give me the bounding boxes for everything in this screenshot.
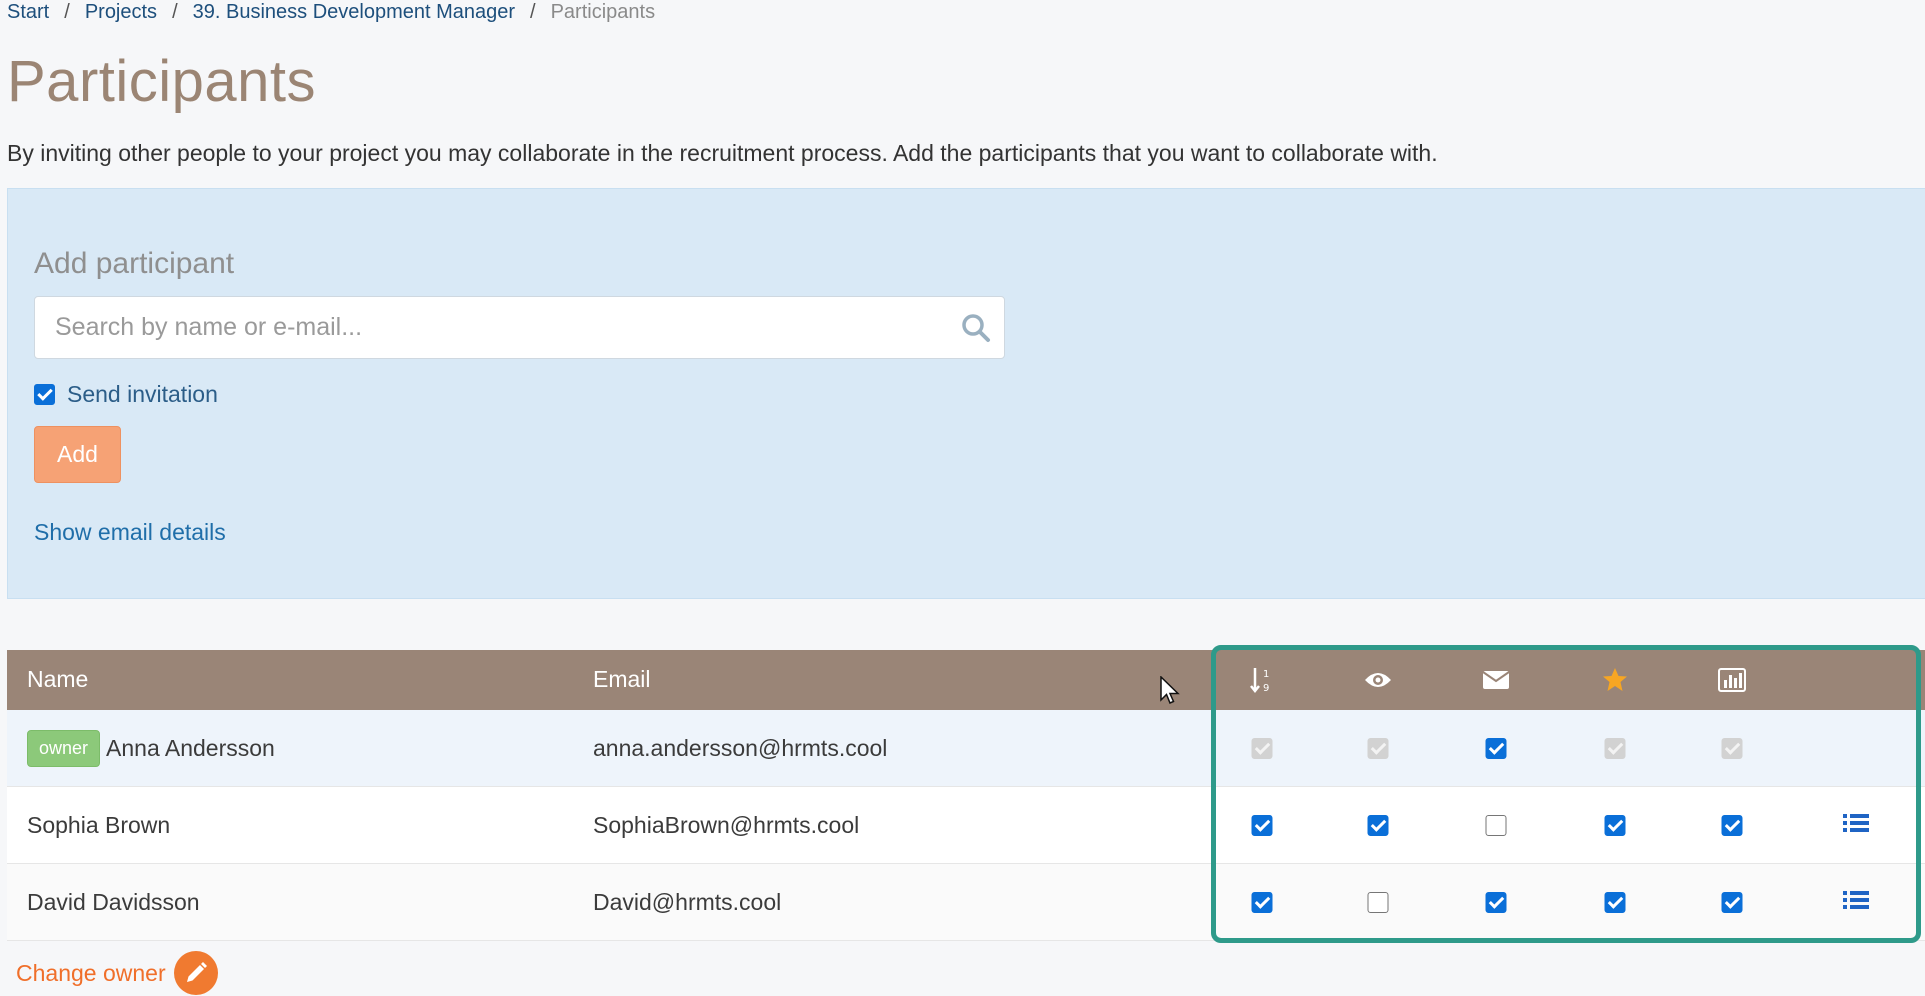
send-invitation-checkbox[interactable] — [34, 384, 55, 405]
participant-name: Sophia Brown — [27, 812, 171, 838]
table-header: Name Email 1 9 — [7, 650, 1925, 710]
permission-star-checkbox[interactable] — [1604, 815, 1626, 836]
permission-stats-checkbox[interactable] — [1721, 892, 1743, 913]
star-icon — [1600, 665, 1630, 695]
permission-stats-checkbox — [1721, 738, 1743, 759]
permission-stats-checkbox[interactable] — [1721, 815, 1743, 836]
permission-email-checkbox[interactable] — [1485, 892, 1507, 913]
breadcrumb: Start / Projects / 39. Business Developm… — [7, 1, 655, 24]
participant-name-cell: Sophia Brown — [27, 787, 170, 864]
send-invitation-row: Send invitation — [34, 381, 218, 408]
breadcrumb-start[interactable]: Start — [7, 1, 49, 24]
page-intro: By inviting other people to your project… — [7, 140, 1438, 166]
permission-view-checkbox[interactable] — [1367, 892, 1389, 913]
bar-chart-icon — [1717, 665, 1747, 695]
participant-email: SophiaBrown@hrmts.cool — [593, 812, 860, 838]
table-row: David Davidsson David@hrmts.cool — [7, 864, 1925, 941]
permission-sort-checkbox — [1251, 738, 1273, 759]
add-participant-button[interactable]: Add — [34, 426, 121, 483]
change-owner-label: Change owner — [16, 959, 166, 986]
add-participant-title: Add participant — [34, 247, 235, 280]
sort-numeric-icon: 1 9 — [1247, 665, 1277, 695]
breadcrumb-current: Participants — [550, 1, 656, 23]
page-title: Participants — [7, 49, 317, 114]
table-row: owner Anna Andersson anna.andersson@hrmt… — [7, 710, 1925, 787]
header-email: Email — [593, 666, 651, 692]
participant-search-box — [34, 296, 1005, 359]
participant-name-cell: David Davidsson — [27, 864, 200, 941]
breadcrumb-project[interactable]: 39. Business Development Manager — [193, 1, 515, 24]
change-owner-link[interactable]: Change owner — [16, 951, 218, 995]
permission-email-checkbox[interactable] — [1485, 738, 1507, 759]
permission-sort-checkbox[interactable] — [1251, 892, 1273, 913]
permission-star-checkbox — [1604, 738, 1626, 759]
search-icon[interactable] — [960, 312, 992, 344]
participant-search-input[interactable] — [35, 297, 1004, 358]
pencil-icon[interactable] — [173, 951, 218, 995]
add-participant-panel: Add participant Send invitation Add Show… — [7, 188, 1925, 599]
breadcrumb-separator: / — [172, 1, 178, 23]
breadcrumb-separator: / — [530, 1, 536, 23]
list-icon[interactable] — [1842, 889, 1870, 915]
participant-name-cell: owner Anna Andersson — [27, 710, 275, 787]
permission-sort-checkbox[interactable] — [1251, 815, 1273, 836]
list-icon[interactable] — [1842, 812, 1870, 838]
show-email-details-link[interactable]: Show email details — [34, 519, 226, 546]
svg-text:9: 9 — [1263, 683, 1269, 694]
participant-email: David@hrmts.cool — [593, 889, 782, 915]
page: Start / Projects / 39. Business Developm… — [0, 0, 1925, 996]
owner-badge: owner — [27, 730, 101, 767]
participants-table: Name Email 1 9 owner Anna Andersson anna… — [7, 650, 1925, 941]
permission-star-checkbox[interactable] — [1604, 892, 1626, 913]
permission-view-checkbox — [1367, 738, 1389, 759]
breadcrumb-projects[interactable]: Projects — [85, 1, 157, 24]
breadcrumb-separator: / — [64, 1, 70, 23]
header-name: Name — [27, 666, 89, 692]
table-row: Sophia Brown SophiaBrown@hrmts.cool — [7, 787, 1925, 864]
send-invitation-label[interactable]: Send invitation — [67, 381, 218, 408]
eye-icon — [1363, 665, 1393, 695]
participant-name: David Davidsson — [27, 889, 200, 915]
mouse-cursor-icon — [1160, 676, 1180, 704]
participant-name: Anna Andersson — [106, 735, 275, 761]
envelope-icon — [1481, 665, 1511, 695]
svg-text:1: 1 — [1263, 669, 1269, 680]
participant-email: anna.andersson@hrmts.cool — [593, 735, 888, 761]
permission-view-checkbox[interactable] — [1367, 815, 1389, 836]
permission-email-checkbox[interactable] — [1485, 815, 1507, 836]
